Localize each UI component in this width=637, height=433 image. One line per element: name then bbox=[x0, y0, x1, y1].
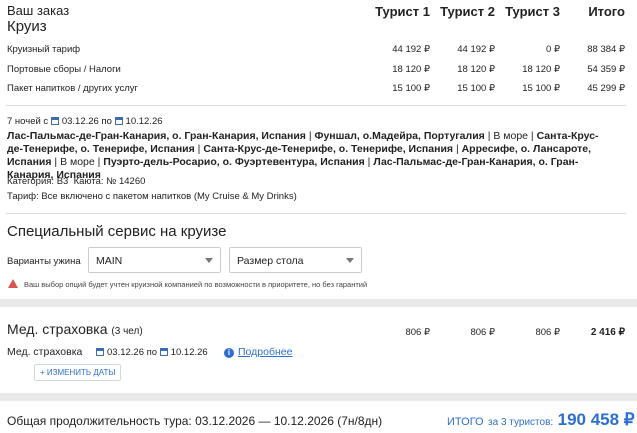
cabin-info: Категория: B3 Каюта: № 14260 bbox=[7, 176, 145, 187]
row-label: Пакет напитков / других услуг bbox=[7, 83, 138, 94]
tariff-info: Тариф: Все включено с пакетом напитков (… bbox=[7, 191, 297, 202]
special-heading: Специальный сервис на круизе bbox=[7, 223, 227, 240]
divider bbox=[6, 105, 626, 106]
total-value: 190 458 ₽ bbox=[557, 410, 635, 429]
col-total: Итого bbox=[588, 4, 625, 19]
calendar-icon bbox=[114, 117, 123, 125]
col-tourist-3: Турист 3 bbox=[505, 4, 560, 19]
table-size-select[interactable]: Размер стола bbox=[229, 247, 362, 273]
date-to: 10.12.26 bbox=[125, 116, 163, 127]
insurance-people: (3 чел) bbox=[111, 326, 143, 337]
insurance-total: 2 416 ₽ bbox=[590, 327, 625, 338]
date-to-prefix: по bbox=[146, 347, 158, 358]
route-separator: | bbox=[305, 130, 315, 142]
row-value: 44 192 ₽ bbox=[392, 44, 430, 55]
cruise-dates: 7 ночей с 03.12.26 по 10.12.26 bbox=[7, 116, 163, 127]
row-value: 15 100 ₽ bbox=[522, 83, 560, 94]
insurance-details-link[interactable]: i Подробнее bbox=[224, 346, 292, 358]
tour-duration: Общая продолжительность тура: 03.12.2026… bbox=[7, 414, 383, 428]
grand-total: ИТОГО за 3 туристов: 190 458 ₽ bbox=[447, 410, 635, 430]
calendar-icon bbox=[96, 348, 104, 356]
row-value: 18 120 ₽ bbox=[457, 64, 495, 75]
port-at-sea: В море bbox=[60, 156, 95, 168]
row-total: 45 299 ₽ bbox=[587, 83, 625, 94]
section-separator bbox=[0, 299, 637, 307]
port: Пуэрто-дель-Росарио, о. Фуэртевентура, И… bbox=[103, 156, 365, 168]
route-separator: | bbox=[51, 156, 61, 168]
insurance-value: 806 ₽ bbox=[535, 327, 560, 338]
chevron-down-icon bbox=[205, 258, 213, 263]
date-from: 03.12.26 bbox=[61, 116, 99, 127]
change-dates-button[interactable]: + ИЗМЕНИТЬ ДАТЫ bbox=[34, 364, 122, 381]
row-value: 18 120 ₽ bbox=[522, 64, 560, 75]
cabin: Каюта: № 14260 bbox=[73, 176, 146, 187]
row-value: 15 100 ₽ bbox=[457, 83, 495, 94]
date-to-prefix: по bbox=[101, 116, 112, 127]
date-to: 10.12.26 bbox=[170, 347, 208, 358]
calendar-icon bbox=[159, 348, 168, 356]
cruise-route: Лас-Пальмас-де-Гран-Канария, о. Гран-Кан… bbox=[7, 130, 607, 182]
warning-text: Ваш выбор опций будет учтен круизной ком… bbox=[24, 280, 368, 289]
insurance-title: Мед. страховка bbox=[7, 321, 108, 337]
row-value: 18 120 ₽ bbox=[392, 64, 430, 75]
row-label: Круизный тариф bbox=[7, 44, 81, 55]
port: Фуншал, о.Мадейра, Португалия bbox=[314, 130, 485, 142]
row-value: 44 192 ₽ bbox=[457, 44, 495, 55]
insurance-value: 806 ₽ bbox=[405, 327, 430, 338]
insurance-dates: 03.12.26 по 10.12.26 bbox=[96, 347, 208, 358]
warning-icon bbox=[8, 279, 18, 288]
dinner-label: Варианты ужина bbox=[7, 256, 81, 267]
insurance-label: Мед. страховка bbox=[7, 346, 83, 358]
calendar-icon bbox=[50, 117, 59, 125]
change-dates-label: ИЗМЕНИТЬ ДАТЫ bbox=[46, 368, 116, 377]
port: Лас-Пальмас-де-Гран-Канария, о. Гран-Кан… bbox=[7, 130, 306, 142]
port: Санта-Крус-де-Тенерифе, о. Тенерифе, Исп… bbox=[203, 143, 454, 155]
route-separator: | bbox=[94, 156, 104, 168]
total-suffix: за 3 туристов: bbox=[488, 417, 554, 428]
row-total: 54 359 ₽ bbox=[587, 64, 625, 75]
warning-note: Ваш выбор опций будет учтен круизной ком… bbox=[8, 279, 367, 289]
insurance-value: 806 ₽ bbox=[470, 327, 495, 338]
plus-icon: + bbox=[40, 368, 45, 377]
row-value: 0 ₽ bbox=[546, 44, 560, 55]
row-label: Портовые сборы / Налоги bbox=[7, 64, 121, 75]
insurance-heading: Мед. страховка (3 чел) bbox=[7, 321, 143, 337]
row-total: 88 384 ₽ bbox=[587, 44, 625, 55]
info-icon: i bbox=[224, 348, 234, 358]
details-link-text: Подробнее bbox=[238, 346, 293, 358]
table-size-placeholder: Размер стола bbox=[237, 255, 304, 267]
dinner-select[interactable]: MAIN bbox=[88, 247, 221, 273]
col-tourist-1: Турист 1 bbox=[375, 4, 430, 19]
port-at-sea: В море bbox=[493, 130, 529, 142]
col-tourist-2: Турист 2 bbox=[440, 4, 495, 19]
total-label: ИТОГО bbox=[447, 416, 484, 428]
route-separator: | bbox=[453, 143, 462, 155]
date-from: 03.12.26 bbox=[107, 347, 144, 358]
category: Категория: B3 bbox=[7, 176, 69, 187]
dinner-value: MAIN bbox=[96, 255, 123, 267]
chevron-down-icon bbox=[346, 258, 354, 263]
divider bbox=[6, 213, 626, 214]
row-value: 15 100 ₽ bbox=[392, 83, 430, 94]
route-separator: | bbox=[528, 130, 537, 142]
nights-label: 7 ночей с bbox=[7, 116, 49, 127]
section-separator bbox=[0, 393, 637, 401]
cruise-heading: Круиз bbox=[7, 18, 47, 35]
order-title: Ваш заказ bbox=[7, 3, 70, 18]
